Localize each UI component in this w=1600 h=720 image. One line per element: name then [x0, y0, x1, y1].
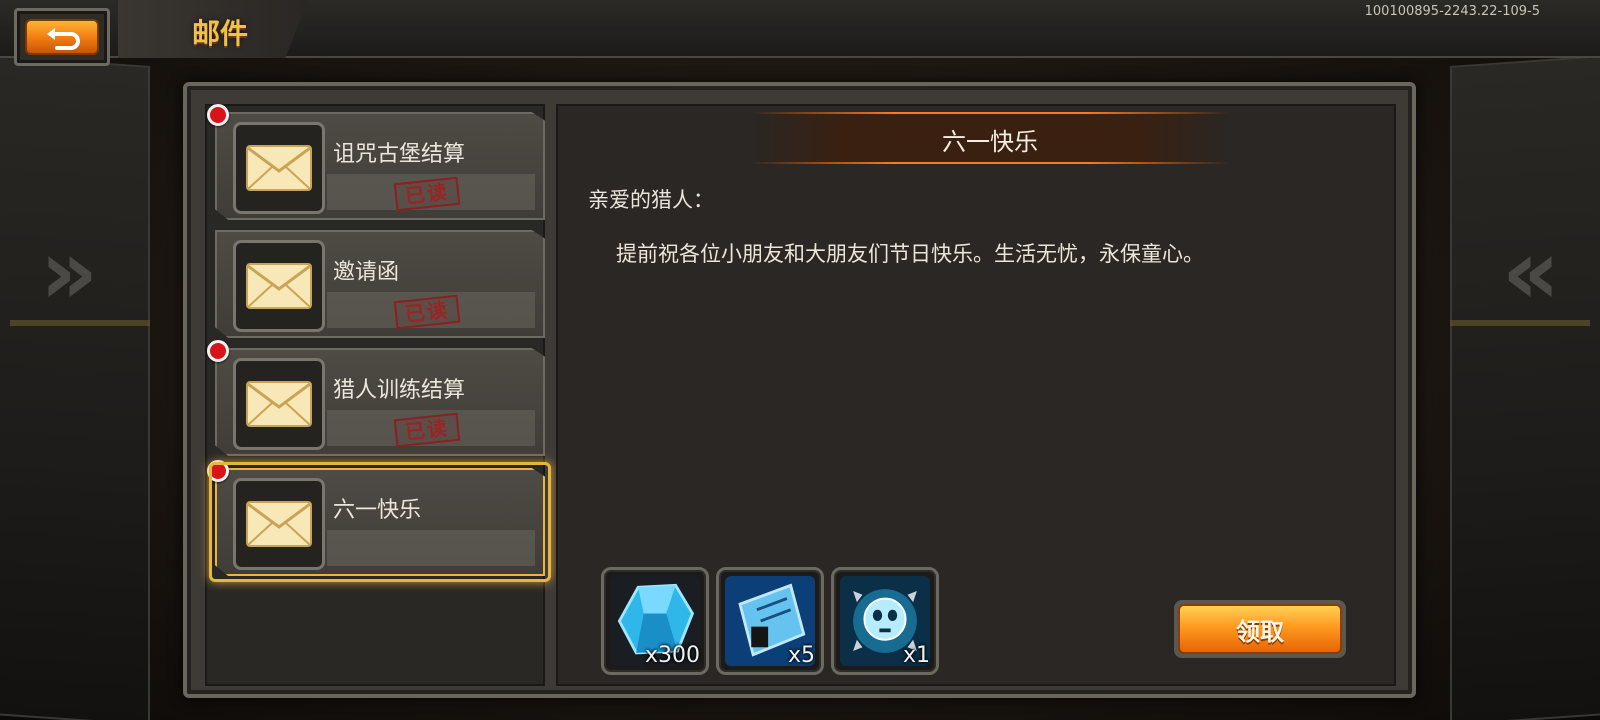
- envelope-icon: [246, 145, 312, 191]
- page-title: 邮件: [192, 17, 249, 50]
- corridor-wall-left: [0, 54, 150, 720]
- mail-item[interactable]: 猎人训练结算 已读: [207, 340, 545, 456]
- mail-subject: 邀请函: [333, 260, 400, 285]
- claim-button[interactable]: 领取: [1174, 600, 1346, 658]
- reward-item[interactable]: x300: [601, 567, 709, 675]
- unread-dot: [207, 104, 229, 126]
- reward-count: x300: [644, 643, 700, 668]
- envelope-icon: [246, 381, 312, 427]
- unread-dot: [207, 340, 229, 362]
- wall-stripe-left: [10, 320, 150, 326]
- mail-subject: 六一快乐: [333, 498, 422, 523]
- unread-dot: [207, 460, 229, 482]
- reward-item[interactable]: x1: [831, 567, 939, 675]
- chevron-decor-right: «: [1501, 220, 1560, 325]
- wall-stripe-right: [1450, 320, 1590, 326]
- reward-item[interactable]: x5: [716, 567, 824, 675]
- version-label: 100100895-2243.22-109-5: [1364, 4, 1540, 19]
- mail-item-selected[interactable]: 六一快乐: [207, 460, 551, 582]
- mail-greeting: 亲爱的猎人：: [588, 188, 714, 212]
- mail-subject: 猎人训练结算: [333, 378, 466, 403]
- back-button-face[interactable]: [25, 19, 99, 55]
- reward-count: x1: [902, 643, 930, 668]
- mail-item[interactable]: 邀请函 已读: [215, 230, 545, 338]
- mail-icon-box: [233, 122, 325, 214]
- corridor-wall-right: [1450, 54, 1600, 720]
- mail-item[interactable]: 诅咒古堡结算 已读: [207, 104, 545, 220]
- detail-title: 六一快乐: [942, 128, 1038, 156]
- mail-subject: 诅咒古堡结算: [333, 142, 466, 167]
- back-button[interactable]: [14, 8, 110, 66]
- return-arrow-icon: [47, 28, 80, 50]
- reward-count: x5: [787, 643, 815, 668]
- mail-icon-box: [233, 358, 325, 450]
- claim-button-label[interactable]: 领取: [1178, 604, 1342, 654]
- envelope-icon: [246, 263, 312, 309]
- mail-icon-box: [233, 478, 325, 570]
- mail-icon-box: [233, 240, 325, 332]
- chevron-decor-left: »: [40, 220, 99, 325]
- mail-body: 提前祝各位小朋友和大朋友们节日快乐。生活无忧，永保童心。: [616, 242, 1204, 266]
- envelope-icon: [246, 501, 312, 547]
